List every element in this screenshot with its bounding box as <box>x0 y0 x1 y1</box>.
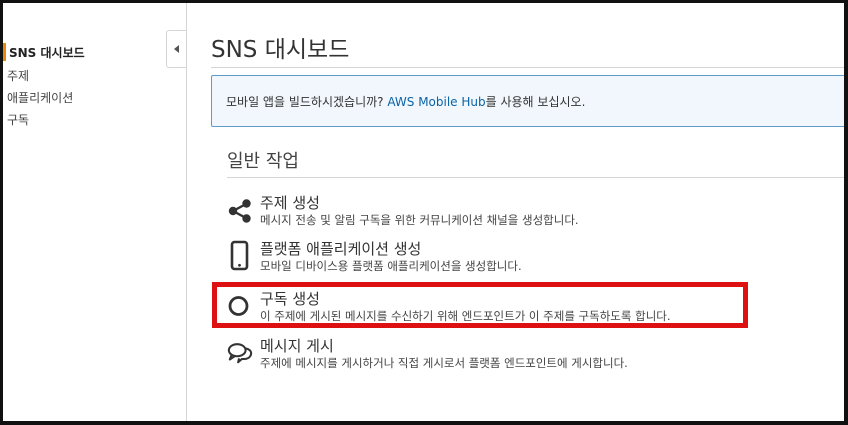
task-title: 주제 생성 <box>260 194 320 212</box>
chevron-left-icon <box>174 45 179 53</box>
task-description: 주제에 메시지를 게시하거나 직접 게시로서 플랫폼 엔드포인트에 게시합니다. <box>260 356 628 370</box>
task-title: 플랫폼 애플리케이션 생성 <box>260 240 422 258</box>
sidebar-item-subscriptions[interactable]: 구독 <box>7 111 29 128</box>
circle-icon <box>228 296 249 316</box>
task-create-platform-application[interactable]: 플랫폼 애플리케이션 생성 모바일 디바이스용 플랫폼 애플리케이션을 생성합니… <box>227 238 727 278</box>
section-divider <box>227 177 848 178</box>
info-text-before: 모바일 앱을 빌드하시겠습니까? <box>226 95 388 109</box>
sidebar: SNS 대시보드 주제 애플리케이션 구독 <box>3 3 187 421</box>
section-title: 일반 작업 <box>227 151 299 172</box>
task-description: 메시지 전송 및 알림 구독을 위한 커뮤니케이션 채널을 생성합니다. <box>260 213 579 227</box>
task-create-topic[interactable]: 주제 생성 메시지 전송 및 알림 구독을 위한 커뮤니케이션 채널을 생성합니… <box>227 192 727 232</box>
info-text-after: 를 사용해 보십시오. <box>485 95 586 109</box>
task-title: 메시지 게시 <box>260 337 334 355</box>
aws-mobile-hub-link[interactable]: AWS Mobile Hub <box>387 95 485 109</box>
sidebar-item-applications[interactable]: 애플리케이션 <box>7 89 73 106</box>
task-title: 구독 생성 <box>260 290 320 308</box>
sidebar-collapse-button[interactable] <box>166 30 186 68</box>
active-indicator <box>3 43 6 61</box>
info-text: 모바일 앱을 빌드하시겠습니까? AWS Mobile Hub를 사용해 보십시… <box>226 93 585 110</box>
task-publish-message[interactable]: 메시지 게시 주제에 메시지를 게시하거나 직접 게시로서 플랫폼 엔드포인트에… <box>227 335 727 375</box>
speech-bubbles-icon <box>227 343 253 364</box>
sidebar-item-dashboard[interactable]: SNS 대시보드 <box>7 44 85 61</box>
title-divider <box>211 67 848 68</box>
task-description: 모바일 디바이스용 플랫폼 애플리케이션을 생성합니다. <box>260 259 522 273</box>
task-description: 이 주제에 게시된 메시지를 수신하기 위해 엔드포인트가 이 주제를 구독하도… <box>260 309 671 323</box>
info-banner: 모바일 앱을 빌드하시겠습니까? AWS Mobile Hub를 사용해 보십시… <box>211 75 848 127</box>
share-icon <box>228 199 251 223</box>
mobile-phone-icon <box>230 240 249 271</box>
sidebar-item-topics[interactable]: 주제 <box>7 67 29 84</box>
task-create-subscription[interactable]: 구독 생성 이 주제에 게시된 메시지를 수신하기 위해 엔드포인트가 이 주제… <box>227 288 727 328</box>
page-title: SNS 대시보드 <box>211 37 350 63</box>
